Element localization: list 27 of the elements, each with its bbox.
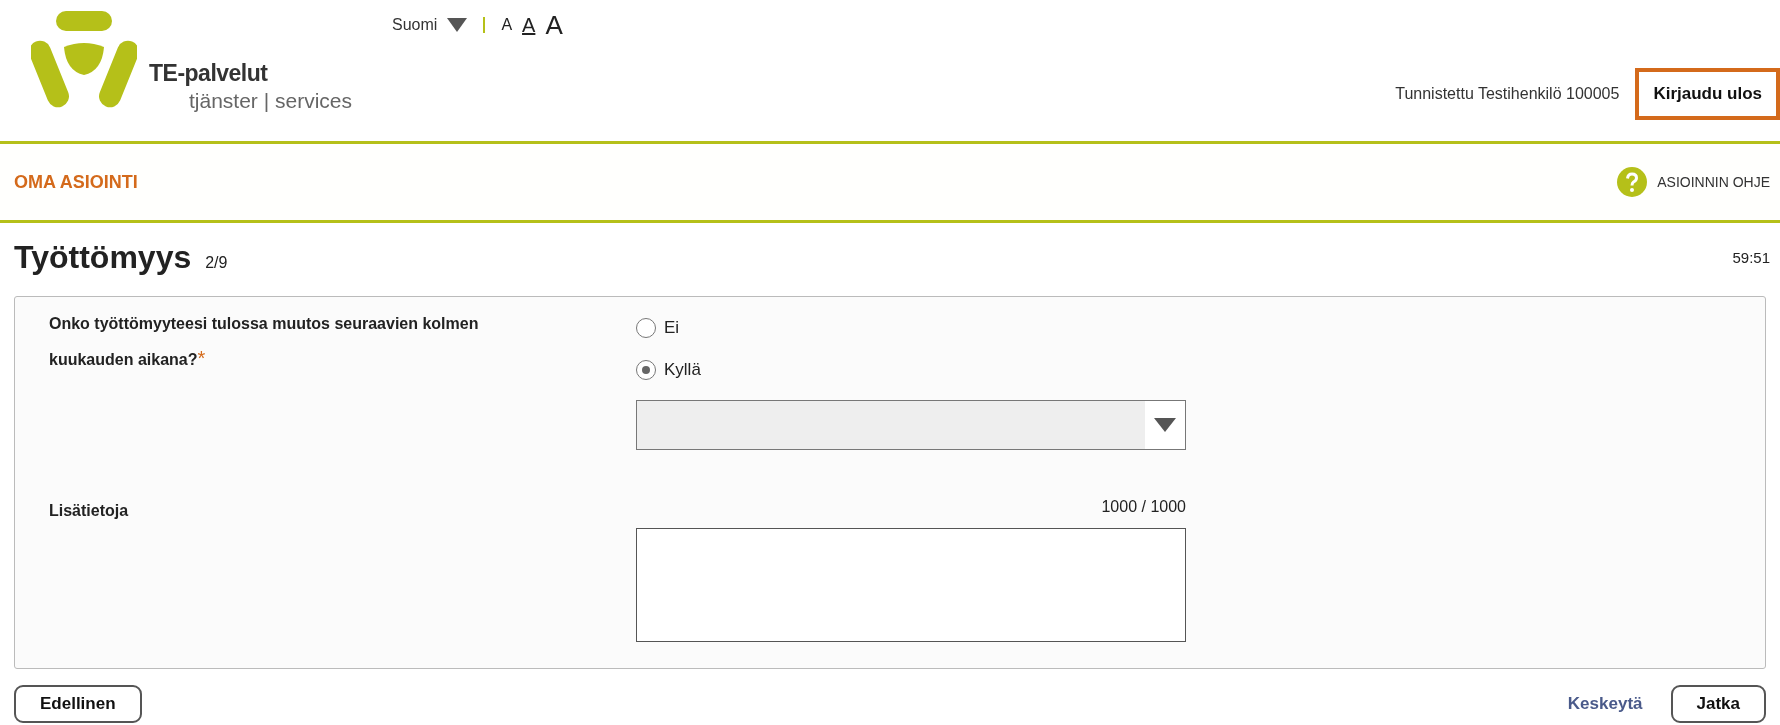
field-label: Lisätietoja [49,501,130,521]
dropdown-select[interactable] [636,400,1186,450]
help-link[interactable]: ASIOINNIN OHJE [1657,174,1770,190]
character-counter: 1000 / 1000 [1101,498,1186,516]
timer: 59:51 [1732,248,1770,266]
language-selector[interactable]: Suomi [392,16,438,34]
next-button[interactable]: Jatka [1670,685,1766,723]
caret-icon [1154,418,1176,432]
section-title: OMA ASIOINTI [14,171,138,193]
logo-subtitle: tjänster | services [189,88,352,114]
back-button[interactable]: Edellinen [14,685,142,723]
font-size-option[interactable]: A [545,12,563,38]
question-label: Onko työttömyyteesi tulossa muutos seuraavien kolmen kuukauden aikana?* [49,314,480,371]
radio-label[interactable]: Kyllä [664,360,701,380]
radio-button[interactable] [636,318,656,338]
font-size-option[interactable]: A [522,15,536,35]
user-name: Tunnistettu Testihenkilö 100005 [1395,85,1620,103]
text-area[interactable] [636,528,1186,642]
font-size-option[interactable]: A [501,17,513,33]
step-counter: 2/9 [205,253,228,272]
logout-button[interactable]: Kirjaudu ulos [1635,68,1780,120]
caret-icon[interactable] [447,18,468,32]
radio-label[interactable]: Ei [664,318,680,338]
radio-button[interactable] [636,360,656,380]
page-title: Työttömyys [14,238,192,276]
cancel-link[interactable]: Keskeytä [1567,694,1643,714]
logo-title: TE-palvelut [149,59,269,87]
